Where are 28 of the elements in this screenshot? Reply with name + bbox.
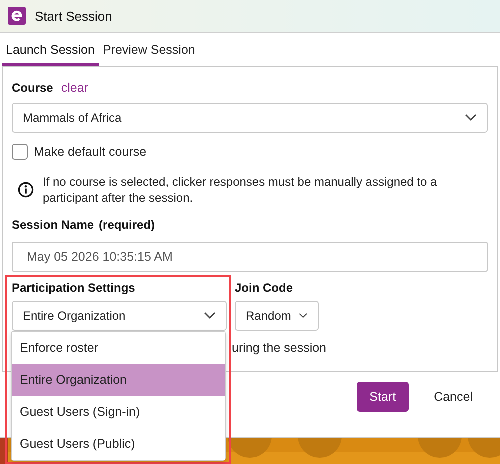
app-logo-icon [8, 7, 26, 25]
field-label: Session Name [12, 218, 94, 232]
session-name-field[interactable]: May 05 2026 10:35:15 AM [12, 242, 488, 272]
checkbox-label: Make default course [34, 145, 147, 159]
dropdown-option[interactable]: Enforce roster [12, 332, 225, 364]
info-text: If no course is selected, clicker responses must be manually assigned to a participant after the session. [43, 174, 438, 206]
checkbox-label: uring the session [232, 341, 327, 355]
field-label: Participation Settings [12, 281, 136, 295]
chevron-down-icon [465, 114, 477, 122]
dropdown-option[interactable]: Guest Users (Sign-in) [12, 396, 225, 428]
field-label: Join Code [235, 281, 294, 295]
dropdown-option[interactable]: Entire Organization [12, 364, 225, 396]
checkbox[interactable] [12, 144, 28, 160]
tab[interactable]: Preview Session [98, 37, 200, 66]
clear-link[interactable]: clear [61, 81, 88, 95]
cancel-button[interactable]: Cancel [421, 382, 486, 412]
join-code-dropdown[interactable]: Random [235, 301, 319, 331]
start-button[interactable]: Start [356, 382, 410, 412]
field-label: Course [12, 81, 54, 95]
tab[interactable]: Launch Session [2, 37, 99, 66]
participation-dropdown[interactable]: Entire Organization [12, 301, 227, 331]
window-title: Start Session [35, 8, 112, 24]
info-icon [18, 182, 34, 198]
chevron-down-icon [204, 312, 216, 320]
course-dropdown[interactable]: Mammals of Africa [12, 103, 488, 133]
chevron-down-icon [299, 312, 308, 320]
required-hint: (required) [99, 218, 156, 232]
dropdown-option[interactable]: Guest Users (Public) [12, 428, 225, 460]
